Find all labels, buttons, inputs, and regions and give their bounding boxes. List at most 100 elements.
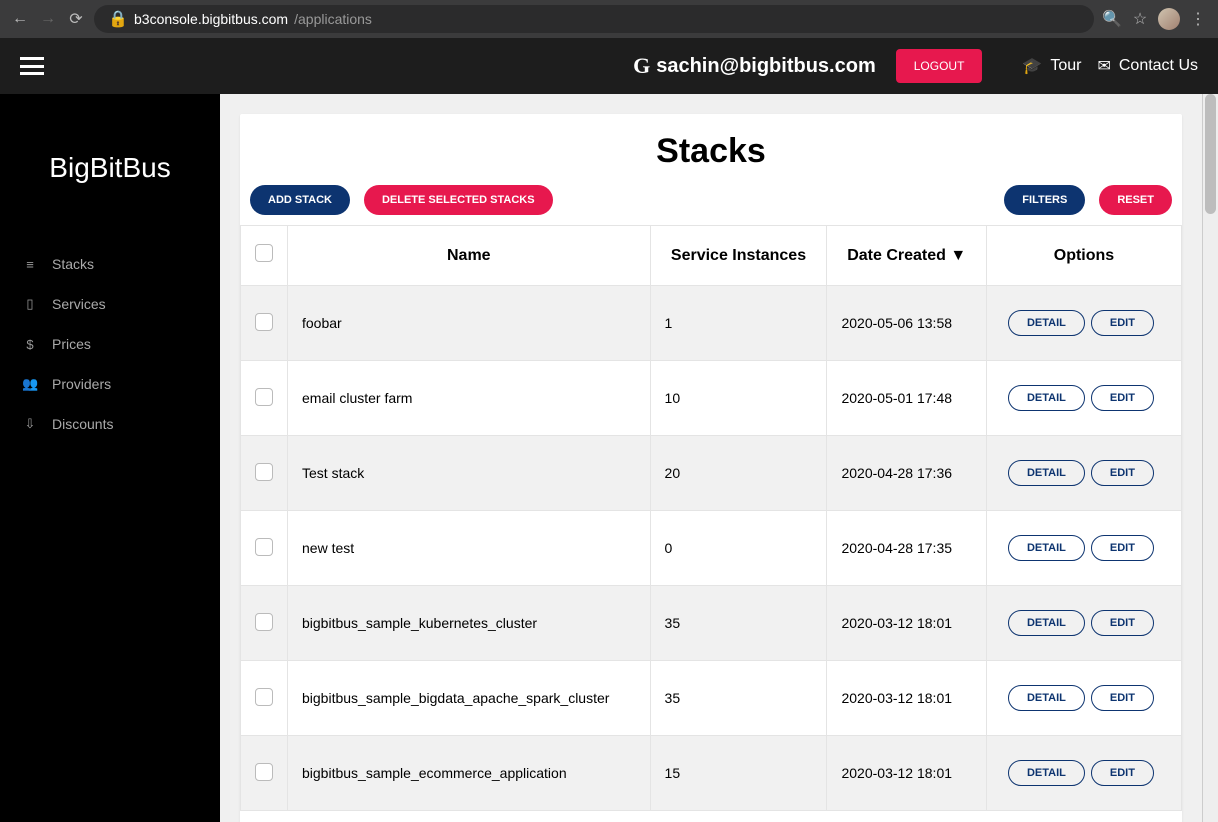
row-checkbox-cell <box>241 436 288 511</box>
brand-title: BigBitBus <box>0 104 220 244</box>
column-header-name[interactable]: Name <box>288 226 651 286</box>
edit-button[interactable]: EDIT <box>1091 310 1154 336</box>
browser-menu-icon[interactable]: ⋮ <box>1188 9 1208 29</box>
cell-date: 2020-05-06 13:58 <box>827 286 986 361</box>
edit-button[interactable]: EDIT <box>1091 685 1154 711</box>
row-checkbox[interactable] <box>255 388 273 406</box>
url-path: /applications <box>294 11 372 27</box>
column-header-date[interactable]: Date Created ▼ <box>827 226 986 286</box>
column-header-checkbox <box>241 226 288 286</box>
row-checkbox-cell <box>241 736 288 811</box>
select-all-checkbox[interactable] <box>255 244 273 262</box>
scrollbar-thumb[interactable] <box>1205 94 1216 214</box>
sidebar-item-label: Services <box>52 296 106 312</box>
main-content: Stacks ADD STACK DELETE SELECTED STACKS … <box>220 94 1202 822</box>
sidebar-item-discounts[interactable]: ⇩ Discounts <box>0 404 220 444</box>
sidebar: BigBitBus ≡ Stacks ▯ Services $ Prices 👥… <box>0 94 220 822</box>
prices-icon: $ <box>22 337 38 352</box>
cell-instances: 20 <box>650 436 827 511</box>
logout-button[interactable]: LOGOUT <box>896 49 983 83</box>
cell-date: 2020-04-28 17:36 <box>827 436 986 511</box>
cell-options: DETAILEDIT <box>986 736 1181 811</box>
edit-button[interactable]: EDIT <box>1091 385 1154 411</box>
hamburger-icon[interactable] <box>20 57 44 75</box>
table-row: foobar12020-05-06 13:58DETAILEDIT <box>241 286 1182 361</box>
vertical-scrollbar[interactable] <box>1202 94 1218 822</box>
delete-selected-stacks-button[interactable]: DELETE SELECTED STACKS <box>364 185 553 215</box>
cell-date: 2020-03-12 18:01 <box>827 586 986 661</box>
cell-date: 2020-03-12 18:01 <box>827 736 986 811</box>
sidebar-item-stacks[interactable]: ≡ Stacks <box>0 244 220 284</box>
app-shell: G sachin@bigbitbus.com LOGOUT 🎓 Tour ✉ C… <box>0 38 1218 822</box>
discounts-icon: ⇩ <box>22 416 38 432</box>
cell-date: 2020-05-01 17:48 <box>827 361 986 436</box>
browser-back-icon[interactable]: ← <box>10 9 30 29</box>
detail-button[interactable]: DETAIL <box>1008 760 1085 786</box>
cell-name: bigbitbus_sample_kubernetes_cluster <box>288 586 651 661</box>
stacks-table: Name Service Instances Date Created ▼ Op… <box>240 225 1182 811</box>
add-stack-button[interactable]: ADD STACK <box>250 185 350 215</box>
sidebar-item-prices[interactable]: $ Prices <box>0 324 220 364</box>
row-checkbox-cell <box>241 586 288 661</box>
row-checkbox[interactable] <box>255 763 273 781</box>
sidebar-item-services[interactable]: ▯ Services <box>0 284 220 324</box>
lock-icon: 🔒 <box>108 9 128 29</box>
cell-name: bigbitbus_sample_ecommerce_application <box>288 736 651 811</box>
row-checkbox[interactable] <box>255 538 273 556</box>
row-checkbox[interactable] <box>255 463 273 481</box>
table-row: bigbitbus_sample_ecommerce_application15… <box>241 736 1182 811</box>
browser-forward-icon[interactable]: → <box>38 9 58 29</box>
detail-button[interactable]: DETAIL <box>1008 535 1085 561</box>
detail-button[interactable]: DETAIL <box>1008 385 1085 411</box>
sidebar-nav: ≡ Stacks ▯ Services $ Prices 👥 Providers… <box>0 244 220 444</box>
column-header-options: Options <box>986 226 1181 286</box>
tour-label: Tour <box>1050 57 1081 75</box>
edit-button[interactable]: EDIT <box>1091 535 1154 561</box>
sidebar-item-providers[interactable]: 👥 Providers <box>0 364 220 404</box>
browser-reload-icon[interactable]: ⟳ <box>66 9 86 29</box>
profile-avatar[interactable] <box>1158 8 1180 30</box>
column-header-instances[interactable]: Service Instances <box>650 226 827 286</box>
cell-name: new test <box>288 511 651 586</box>
row-checkbox[interactable] <box>255 313 273 331</box>
detail-button[interactable]: DETAIL <box>1008 460 1085 486</box>
cell-options: DETAILEDIT <box>986 511 1181 586</box>
cell-date: 2020-04-28 17:35 <box>827 511 986 586</box>
edit-button[interactable]: EDIT <box>1091 760 1154 786</box>
tour-link[interactable]: 🎓 Tour <box>1022 56 1081 76</box>
row-checkbox[interactable] <box>255 688 273 706</box>
browser-url-bar[interactable]: 🔒 b3console.bigbitbus.com/applications <box>94 5 1094 33</box>
detail-button[interactable]: DETAIL <box>1008 685 1085 711</box>
edit-button[interactable]: EDIT <box>1091 610 1154 636</box>
cell-date: 2020-03-12 18:01 <box>827 661 986 736</box>
user-email: G sachin@bigbitbus.com <box>633 53 876 79</box>
table-row: bigbitbus_sample_bigdata_apache_spark_cl… <box>241 661 1182 736</box>
table-row: Test stack202020-04-28 17:36 DETAILEDIT <box>241 436 1182 511</box>
cell-name: bigbitbus_sample_bigdata_apache_spark_cl… <box>288 661 651 736</box>
envelope-icon: ✉ <box>1097 56 1110 76</box>
detail-button[interactable]: DETAIL <box>1008 610 1085 636</box>
stacks-panel: Stacks ADD STACK DELETE SELECTED STACKS … <box>240 114 1182 822</box>
cell-name: email cluster farm <box>288 361 651 436</box>
contact-link[interactable]: ✉ Contact Us <box>1097 56 1198 76</box>
cell-options: DETAILEDIT <box>986 286 1181 361</box>
graduation-icon: 🎓 <box>1022 56 1042 76</box>
cell-name: Test stack <box>288 436 651 511</box>
edit-button[interactable]: EDIT <box>1091 460 1154 486</box>
reset-button[interactable]: RESET <box>1099 185 1172 215</box>
page-title: Stacks <box>240 126 1182 185</box>
sidebar-item-label: Stacks <box>52 256 94 272</box>
cell-instances: 35 <box>650 661 827 736</box>
sidebar-item-label: Providers <box>52 376 111 392</box>
filters-button[interactable]: FILTERS <box>1004 185 1085 215</box>
sidebar-item-label: Discounts <box>52 416 113 432</box>
row-checkbox-cell <box>241 511 288 586</box>
zoom-icon[interactable]: 🔍 <box>1102 9 1122 29</box>
detail-button[interactable]: DETAIL <box>1008 310 1085 336</box>
bookmark-star-icon[interactable]: ☆ <box>1130 9 1150 29</box>
row-checkbox[interactable] <box>255 613 273 631</box>
table-row: email cluster farm102020-05-01 17:48DETA… <box>241 361 1182 436</box>
google-g-icon: G <box>633 53 650 79</box>
table-row: bigbitbus_sample_kubernetes_cluster35202… <box>241 586 1182 661</box>
stacks-icon: ≡ <box>22 257 38 272</box>
